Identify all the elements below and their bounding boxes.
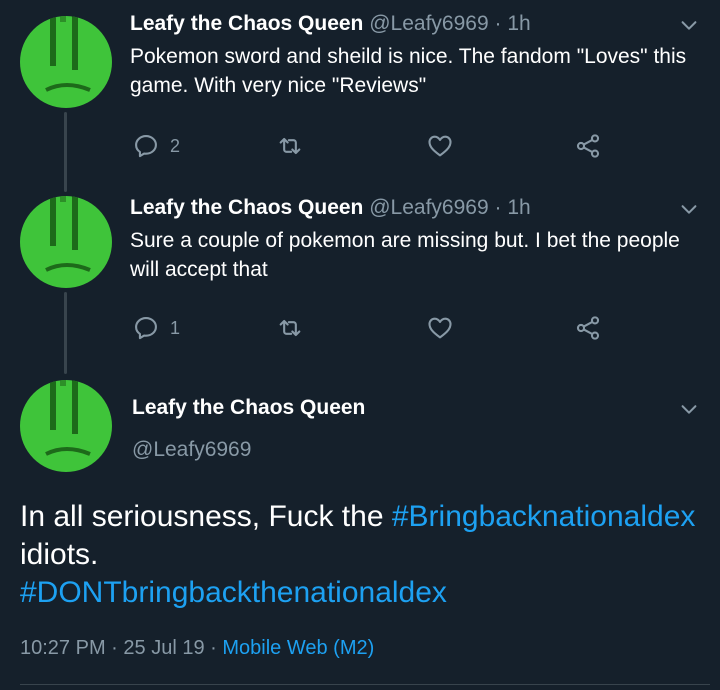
chevron-down-icon[interactable] xyxy=(678,398,700,420)
avatar-image xyxy=(20,380,112,472)
chevron-down-icon[interactable] xyxy=(678,198,700,220)
avatar-image xyxy=(20,16,112,108)
tweet-meta: 10:27 PM · 25 Jul 19 · Mobile Web (M2) xyxy=(20,637,374,660)
reply-count: 2 xyxy=(170,135,181,156)
tweet-header: Leafy the Chaos Queen @Leafy6969 · 1h xyxy=(130,12,531,36)
divider xyxy=(20,684,710,685)
tweet-text: Sure a couple of pokemon are missing but… xyxy=(130,229,680,281)
separator: · xyxy=(494,196,502,219)
like-button[interactable] xyxy=(426,130,454,162)
avatar[interactable] xyxy=(20,380,112,472)
reply-icon xyxy=(135,135,157,158)
tweet-header: Leafy the Chaos Queen @Leafy6969 · 1h xyxy=(130,196,531,220)
display-name[interactable]: Leafy the Chaos Queen xyxy=(130,12,363,35)
hashtag-link[interactable]: #Bringbacknationaldex xyxy=(392,500,696,533)
reply-count: 1 xyxy=(170,317,181,338)
separator: · xyxy=(494,12,502,35)
like-icon xyxy=(428,317,452,339)
tweet-time[interactable]: 10:27 PM xyxy=(20,637,106,659)
share-button[interactable] xyxy=(574,130,602,162)
tweet-text: Pokemon sword and sheild is nice. The fa… xyxy=(130,45,687,97)
display-name[interactable]: Leafy the Chaos Queen xyxy=(132,396,365,420)
separator: · xyxy=(111,637,118,659)
handle[interactable]: @Leafy6969 xyxy=(369,196,488,219)
hashtag-link[interactable]: #DONTbringbackthenationaldex xyxy=(20,576,447,609)
tweet-date[interactable]: 25 Jul 19 xyxy=(123,637,204,659)
source-link[interactable]: Mobile Web (M2) xyxy=(222,637,374,659)
avatar[interactable] xyxy=(20,16,112,108)
tweet-text-mid: idiots. xyxy=(20,538,99,571)
handle[interactable]: @Leafy6969 xyxy=(369,12,488,35)
timestamp[interactable]: 1h xyxy=(507,12,530,35)
share-icon xyxy=(576,316,600,340)
like-icon xyxy=(428,135,452,157)
chevron-down-icon[interactable] xyxy=(678,14,700,36)
thread-connector-line xyxy=(64,292,67,374)
handle[interactable]: @Leafy6969 xyxy=(132,438,251,462)
retweet-button[interactable] xyxy=(276,312,304,344)
avatar[interactable] xyxy=(20,196,112,288)
share-icon xyxy=(576,134,600,158)
reply-button[interactable]: 2 xyxy=(132,130,180,162)
retweet-icon xyxy=(279,137,301,155)
main-tweet-text: In all seriousness, Fuck the #Bringbackn… xyxy=(20,498,700,612)
like-button[interactable] xyxy=(426,312,454,344)
retweet-button[interactable] xyxy=(276,130,304,162)
tweet-text-lead: In all seriousness, Fuck the xyxy=(20,500,392,533)
avatar-image xyxy=(20,196,112,288)
display-name[interactable]: Leafy the Chaos Queen xyxy=(130,196,363,219)
reply-icon xyxy=(135,317,157,340)
share-button[interactable] xyxy=(574,312,602,344)
thread-connector-line xyxy=(64,112,67,192)
separator: · xyxy=(210,637,217,659)
timestamp[interactable]: 1h xyxy=(507,196,530,219)
reply-button[interactable]: 1 xyxy=(132,312,180,344)
retweet-icon xyxy=(279,319,301,337)
